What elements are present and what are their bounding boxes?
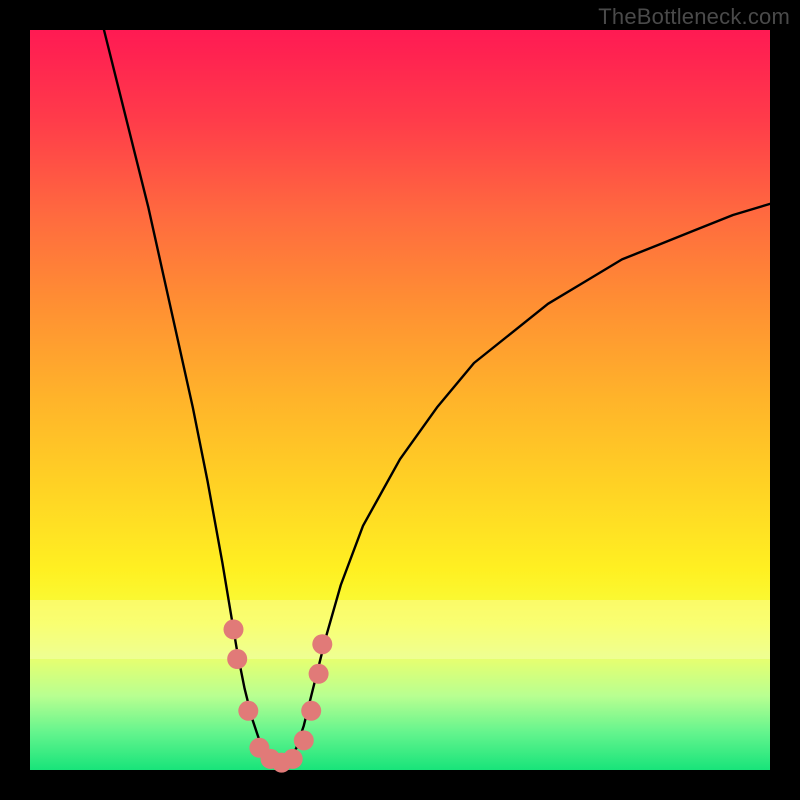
marker-dot (309, 664, 329, 684)
marker-dot (283, 749, 303, 769)
marker-dot (224, 619, 244, 639)
marker-dot (294, 730, 314, 750)
marker-dots (224, 619, 333, 772)
bottleneck-curve (104, 30, 770, 770)
watermark-text: TheBottleneck.com (598, 4, 790, 30)
curve-layer (30, 30, 770, 770)
curve-right-branch (282, 204, 770, 770)
marker-dot (227, 649, 247, 669)
marker-dot (301, 701, 321, 721)
marker-dot (312, 634, 332, 654)
chart-frame: TheBottleneck.com (0, 0, 800, 800)
curve-left-branch (104, 30, 282, 770)
marker-dot (238, 701, 258, 721)
